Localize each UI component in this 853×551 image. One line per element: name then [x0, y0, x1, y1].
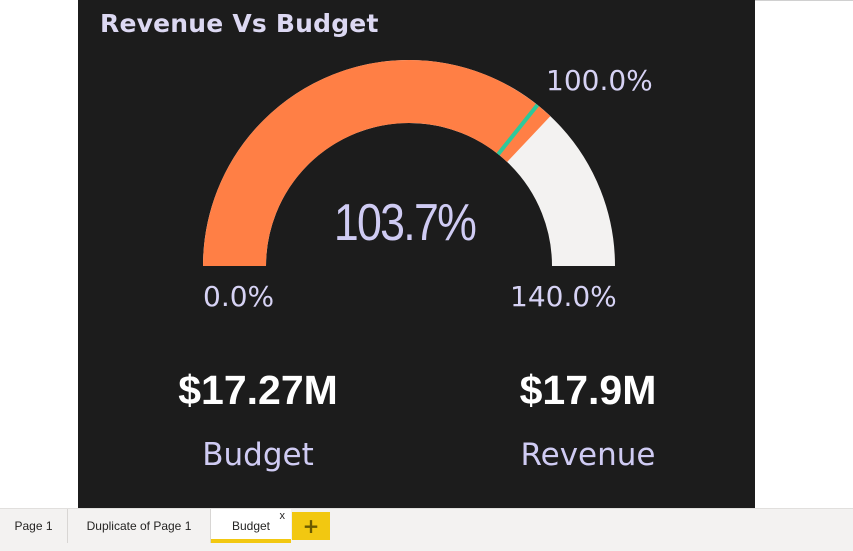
gauge-visual[interactable]: Revenue Vs Budget 100.0% 103.7% 0.0% 140…: [78, 0, 755, 508]
tab-label: Page 1: [14, 519, 53, 533]
page-tab-bar: Page 1 Duplicate of Page 1 Budget x +: [0, 508, 853, 551]
budget-value: $17.27M: [178, 367, 338, 413]
report-canvas: Revenue Vs Budget 100.0% 103.7% 0.0% 140…: [0, 0, 853, 508]
gauge-target-label: 100.0%: [546, 64, 653, 97]
tab-label: Budget: [231, 519, 271, 533]
revenue-value: $17.9M: [519, 367, 657, 413]
canvas-divider: [755, 0, 853, 1]
tab-label: Duplicate of Page 1: [86, 519, 192, 533]
gauge-value-label: 103.7%: [333, 194, 477, 252]
tab-page-1[interactable]: Page 1: [0, 509, 68, 543]
revenue-label: Revenue: [520, 437, 656, 473]
gauge-chart: [203, 60, 615, 267]
budget-label: Budget: [202, 437, 314, 473]
close-tab-icon[interactable]: x: [280, 499, 286, 533]
tab-budget[interactable]: Budget x: [211, 509, 291, 543]
tab-duplicate-of-page-1[interactable]: Duplicate of Page 1: [68, 509, 211, 543]
gauge-max-label: 140.0%: [510, 280, 617, 313]
gauge-min-label: 0.0%: [203, 280, 275, 313]
add-page-button[interactable]: +: [292, 512, 330, 540]
